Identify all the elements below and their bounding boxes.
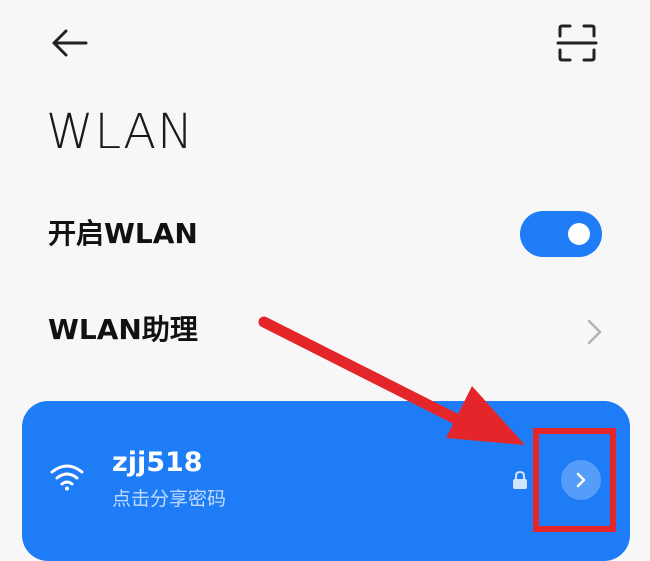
highlight-box: [533, 428, 616, 532]
scan-qr-icon: [556, 24, 598, 62]
toggle-knob: [568, 223, 590, 245]
back-button[interactable]: [48, 24, 92, 62]
network-name: zjj518: [112, 447, 203, 478]
lock-icon: [512, 470, 528, 489]
chevron-right-icon: [586, 318, 604, 346]
wlan-assistant-label[interactable]: WLAN助理: [48, 312, 198, 348]
network-share-hint: 点击分享密码: [112, 488, 227, 510]
wlan-toggle-switch[interactable]: [520, 211, 602, 257]
wlan-toggle-label: 开启WLAN: [48, 217, 198, 250]
arrow-left-icon: [52, 29, 88, 57]
wifi-icon: [50, 463, 84, 491]
page-title: WLAN: [46, 104, 195, 160]
scan-qr-button[interactable]: [556, 22, 598, 64]
